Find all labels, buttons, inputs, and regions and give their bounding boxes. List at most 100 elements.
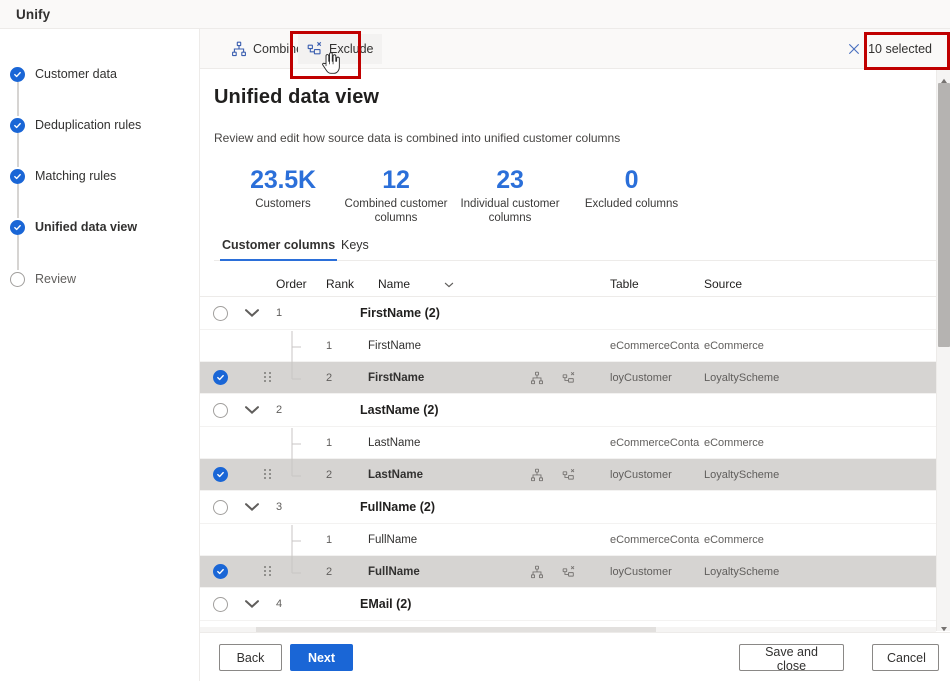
cell-rank: 2	[326, 565, 333, 578]
scroll-up-arrow-icon[interactable]	[940, 72, 948, 83]
row-action-icons	[530, 427, 600, 458]
cell-rank: 1	[326, 533, 333, 546]
cell-order: 2	[276, 404, 283, 416]
stat-caption: Customers	[255, 198, 311, 210]
table-group-row[interactable]: 3 FullName (2)	[200, 491, 936, 524]
step-complete-check-icon	[10, 168, 25, 184]
row-select-checkbox[interactable]	[209, 427, 231, 458]
save-and-close-button[interactable]: Save and close	[739, 644, 844, 673]
cell-table: eCommerceConta…	[610, 339, 700, 352]
sidebar-step-customer-data[interactable]: Customer data	[10, 65, 117, 83]
cell-order: 4	[276, 598, 283, 610]
table-group-row[interactable]: 2 LastName (2)	[200, 394, 936, 427]
step-complete-check-icon	[10, 66, 25, 82]
column-header-name[interactable]: Name	[378, 277, 410, 291]
exclude-button[interactable]: Exclude	[298, 34, 383, 64]
row-select-checkbox[interactable]	[209, 524, 231, 555]
row-action-icons	[530, 524, 600, 555]
back-button[interactable]: Back	[219, 644, 282, 671]
column-header-rank[interactable]: Rank	[326, 277, 354, 291]
row-select-checkbox[interactable]	[209, 394, 231, 426]
scrollbar-thumb[interactable]	[938, 83, 950, 347]
combine-hierarchy-icon[interactable]	[530, 371, 544, 385]
wizard-footer: Back Next Save and close Cancel	[200, 632, 950, 681]
group-expand-chevron-icon[interactable]	[242, 394, 262, 426]
row-action-icons	[530, 556, 600, 587]
step-pending-circle-icon	[10, 271, 25, 287]
table-group-row[interactable]: 1 FirstName (2)	[200, 297, 936, 330]
sidebar-step-deduplication-rules[interactable]: Deduplication rules	[10, 116, 141, 134]
step-complete-check-icon	[10, 117, 25, 133]
row-drag-handle[interactable]	[260, 459, 276, 490]
group-expand-chevron-icon[interactable]	[242, 588, 262, 620]
tab-strip: Customer columns Keys	[214, 233, 936, 261]
row-select-checkbox[interactable]	[209, 556, 231, 587]
checkbox-checked-icon	[212, 564, 228, 579]
stats-summary: 23.5K Customers 12 Combined customer column…	[214, 165, 914, 227]
checkbox-unchecked-icon	[212, 402, 228, 418]
table-body: 1 FirstName (2) 1 FirstName eCommerceConta… e…	[200, 297, 936, 621]
group-expand-chevron-icon[interactable]	[242, 491, 262, 523]
cell-rank: 2	[326, 371, 333, 384]
tab-customer-columns[interactable]: Customer columns	[220, 233, 338, 261]
row-action-icons	[530, 330, 600, 361]
next-button[interactable]: Next	[290, 644, 353, 671]
checkbox-checked-icon	[212, 467, 228, 482]
cancel-button[interactable]: Cancel	[872, 644, 939, 671]
table-row[interactable]: 1 FirstName eCommerceConta… eCommerce	[200, 330, 936, 362]
table-row[interactable]: 2 FirstName loyCustomer LoyaltyScheme	[200, 362, 936, 394]
row-action-icons	[530, 459, 600, 490]
cell-group-name: FirstName (2)	[360, 306, 440, 320]
cell-rank: 2	[326, 468, 333, 481]
step-connector	[17, 133, 19, 167]
combine-hierarchy-icon[interactable]	[530, 565, 544, 579]
column-header-table[interactable]: Table	[610, 277, 639, 291]
table-row[interactable]: 1 LastName eCommerceConta… eCommerce	[200, 427, 936, 459]
exclude-column-icon	[307, 41, 323, 57]
sidebar-step-label: Matching rules	[35, 169, 117, 183]
stat-value: 0	[624, 166, 639, 194]
row-drag-handle[interactable]	[260, 362, 276, 393]
combine-button-label: Combine	[253, 42, 304, 56]
row-select-checkbox[interactable]	[209, 491, 231, 523]
scroll-down-arrow-icon[interactable]	[940, 620, 948, 632]
expand-all-chevron-icon[interactable]	[443, 278, 455, 290]
table-row[interactable]: 2 FullName loyCustomer LoyaltyScheme	[200, 556, 936, 588]
sidebar-step-label: Deduplication rules	[35, 118, 142, 132]
page-title: Unified data view	[214, 86, 380, 108]
column-header-source[interactable]: Source	[704, 277, 742, 291]
group-expand-chevron-icon[interactable]	[242, 297, 262, 329]
checkbox-unchecked-icon	[212, 596, 228, 612]
content-vertical-scrollbar[interactable]	[936, 69, 950, 632]
sidebar-step-label: Customer data	[35, 67, 117, 81]
exclude-column-icon[interactable]	[562, 565, 576, 579]
cell-source: LoyaltyScheme	[704, 468, 780, 481]
stat-card: 12 Combined customer columns	[340, 165, 452, 225]
exclude-column-icon[interactable]	[562, 371, 576, 385]
row-select-checkbox[interactable]	[209, 362, 231, 393]
column-header-order[interactable]: Order	[276, 277, 307, 291]
cell-source: eCommerce	[704, 339, 764, 352]
drag-dots-icon	[264, 468, 272, 481]
row-select-checkbox[interactable]	[209, 588, 231, 620]
table-row[interactable]: 1 FullName eCommerceConta… eCommerce	[200, 524, 936, 556]
cell-rank: 1	[326, 339, 333, 352]
step-complete-check-icon	[10, 219, 25, 235]
sidebar-step-unified-data-view[interactable]: Unified data view	[10, 218, 137, 236]
combine-hierarchy-icon	[231, 41, 247, 57]
row-drag-handle[interactable]	[260, 556, 276, 587]
exclude-column-icon[interactable]	[562, 468, 576, 482]
customer-columns-table: Order Rank Name Table Source 1 FirstName …	[200, 270, 936, 630]
sidebar-step-review[interactable]: Review	[10, 270, 76, 288]
row-select-checkbox[interactable]	[209, 297, 231, 329]
table-group-row[interactable]: 4 EMail (2)	[200, 588, 936, 621]
sidebar-step-matching-rules[interactable]: Matching rules	[10, 167, 116, 185]
combine-hierarchy-icon[interactable]	[530, 468, 544, 482]
row-select-checkbox[interactable]	[209, 330, 231, 361]
tab-keys[interactable]: Keys	[339, 233, 371, 261]
stat-card: 0 Excluded columns	[569, 165, 694, 211]
table-row[interactable]: 2 LastName loyCustomer LoyaltyScheme	[200, 459, 936, 491]
cell-name: LastName	[368, 436, 421, 449]
selection-count-clear-button[interactable]: 10 selected	[841, 34, 942, 64]
row-select-checkbox[interactable]	[209, 459, 231, 490]
